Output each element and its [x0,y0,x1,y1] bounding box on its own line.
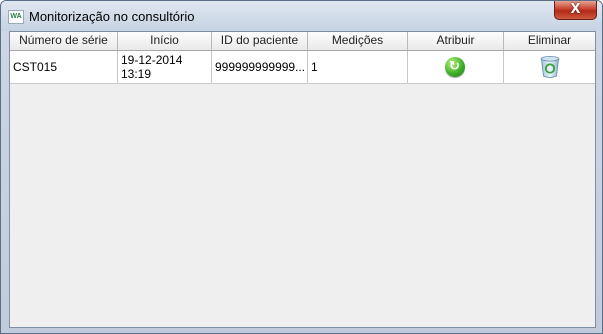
close-button[interactable]: X [554,1,597,20]
table-row[interactable]: CST015 19-12-2014 13:19 999999999999... … [10,51,595,84]
measurements-value: 1 [311,60,318,74]
cell-patient-id: 999999999999... [212,51,308,83]
column-header-start[interactable]: Início [118,32,212,50]
table-empty-area [10,84,595,327]
cell-start: 19-12-2014 13:19 [118,51,212,83]
cell-assign: ↻ [408,51,504,83]
cell-serial: CST015 [10,51,118,83]
patient-id-value: 999999999999... [215,60,306,74]
recycle-bin-icon[interactable] [539,55,561,79]
column-header-serial[interactable]: Número de série [10,32,118,50]
cell-delete [504,51,595,83]
serial-value: CST015 [13,60,58,74]
refresh-arrow-icon[interactable]: ↻ [444,57,465,77]
column-header-delete[interactable]: Eliminar [504,32,595,50]
window-title: Monitorização no consultório [29,9,195,24]
table-header: Número de série Início ID do paciente Me… [10,32,595,51]
start-time: 13:19 [121,67,152,81]
column-header-patient-id[interactable]: ID do paciente [212,32,308,50]
monitoring-window: WA Monitorização no consultório X Número… [0,0,603,334]
column-header-assign[interactable]: Atribuir [408,32,504,50]
table-container: Número de série Início ID do paciente Me… [9,31,596,328]
title-bar[interactable]: WA Monitorização no consultório X [1,1,602,31]
app-icon: WA [8,10,24,24]
column-header-measurements[interactable]: Medições [308,32,408,50]
cell-measurements: 1 [308,51,408,83]
start-date: 19-12-2014 [121,53,183,67]
